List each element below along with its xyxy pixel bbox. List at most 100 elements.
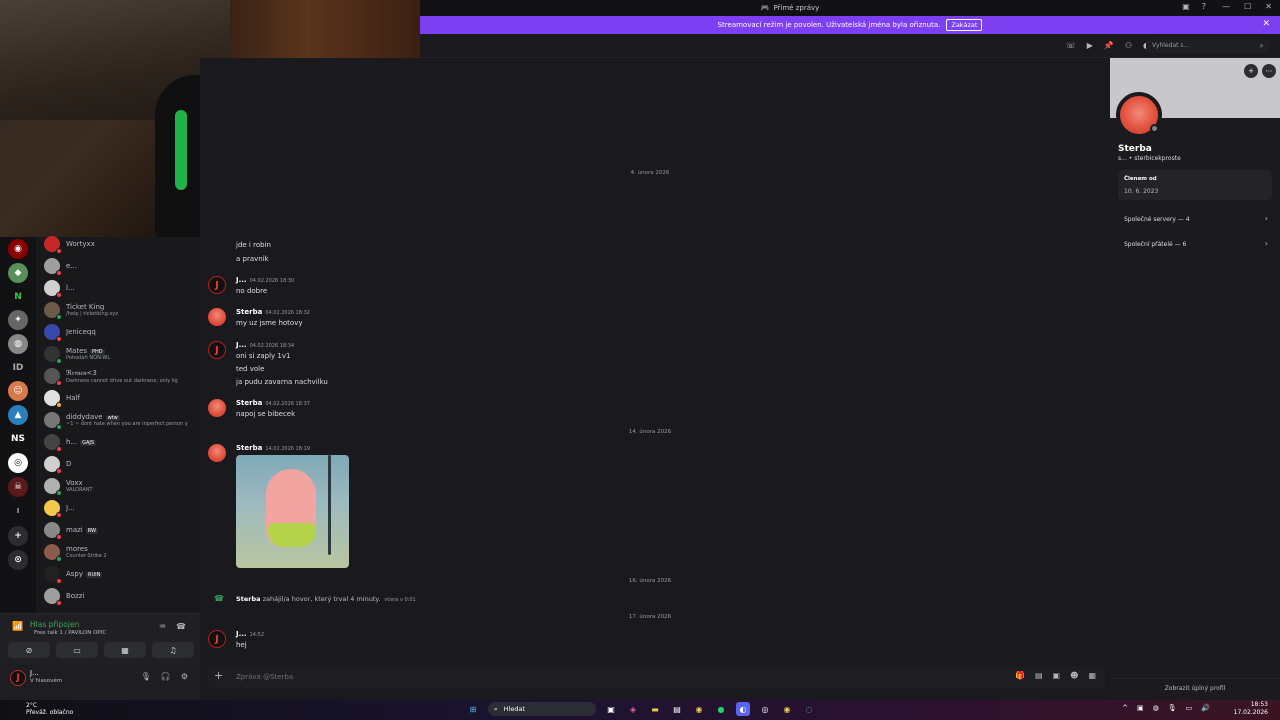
server-icon[interactable]: ▲ (8, 405, 28, 425)
tray-network-icon[interactable]: ▭ (1186, 704, 1193, 712)
minimize-icon[interactable]: — (1222, 2, 1230, 11)
server-icon[interactable]: ◎ (8, 453, 28, 473)
list-item[interactable]: h... GAJS (44, 432, 198, 452)
obs-icon[interactable]: ◎ (758, 702, 772, 716)
voice-channel[interactable]: Free talk 1 / PAVILON OPIC (34, 630, 106, 636)
close-banner-icon[interactable]: ✕ (1262, 19, 1270, 29)
store-icon[interactable]: ▤ (670, 702, 684, 716)
chrome-icon[interactable]: ◉ (692, 702, 706, 716)
list-item[interactable]: ℜ𝔢𝔫𝔰𝔲𝔰<3 Darkness cannot drive out darkne… (44, 366, 198, 386)
avatar[interactable] (208, 444, 226, 462)
emoji-icon[interactable]: ☻ (1070, 671, 1078, 680)
list-item[interactable]: Jeniceqq (44, 322, 198, 342)
mutual-friends-row[interactable]: Společní přátelé — 6 › (1118, 236, 1272, 254)
list-item[interactable]: Ticket King/help | ticketking.xyz (44, 300, 198, 320)
add-friend-icon[interactable]: + (1244, 64, 1258, 78)
avatar[interactable]: J (208, 341, 226, 359)
discover-icon[interactable]: ⊙ (8, 550, 28, 570)
weather-widget[interactable]: 2°C Převáž. oblačno (10, 702, 73, 716)
server-icon[interactable]: N (8, 287, 28, 307)
call-author[interactable]: Sterba (236, 595, 260, 603)
settings-gear-icon[interactable]: ⚙ (181, 672, 188, 681)
copilot-icon[interactable]: ◈ (626, 702, 640, 716)
message-author[interactable]: Sterba (236, 399, 262, 407)
taskbar-search[interactable]: ⌕ Hledat (488, 702, 596, 716)
message-author[interactable]: J... (236, 630, 247, 638)
gift-icon[interactable]: 🎁 (1015, 671, 1025, 680)
avatar[interactable]: J (10, 670, 26, 686)
view-full-profile-link[interactable]: Zobrazit úplný profil (1110, 678, 1280, 692)
video-call-icon[interactable]: ▶ (1087, 41, 1093, 50)
disconnect-icon[interactable]: ☎ (176, 622, 186, 631)
mutual-servers-row[interactable]: Společné servery — 4 › (1118, 211, 1272, 229)
tray-overflow-icon[interactable]: ^ (1122, 704, 1128, 712)
list-item[interactable]: D (44, 454, 198, 474)
noise-suppression-icon[interactable]: ♒ (159, 622, 166, 631)
signal-icon[interactable]: 📶 (12, 622, 23, 632)
screen-share-button[interactable]: ▭ (56, 642, 98, 658)
server-icon[interactable]: ◉ (8, 239, 28, 259)
pinned-messages-icon[interactable]: 📌 (1104, 41, 1114, 50)
tray-volume-icon[interactable]: 🔊 (1201, 704, 1210, 712)
taskbar-clock[interactable]: 18:53 17.02.2026 (1234, 701, 1268, 717)
add-server-icon[interactable]: + (8, 526, 28, 546)
attach-plus-icon[interactable]: + (214, 669, 223, 682)
close-window-icon[interactable]: ✕ (1265, 2, 1272, 11)
avatar[interactable]: J (208, 630, 226, 648)
tray-app-icon[interactable]: ▣ (1137, 704, 1144, 712)
list-item[interactable]: mazi RW (44, 520, 198, 540)
search-input[interactable]: Vyhledat s... ⌕ (1146, 39, 1270, 53)
task-view-icon[interactable]: ▣ (604, 702, 618, 716)
activities-button[interactable]: ▦ (104, 642, 146, 658)
disable-streamer-button[interactable]: Zakázat (946, 19, 983, 31)
list-item[interactable]: l... (44, 278, 198, 298)
list-item[interactable]: diddydave wtw ~1 ~ dont hate when you are … (44, 410, 198, 430)
server-icon[interactable]: ☺ (8, 381, 28, 401)
maximize-icon[interactable]: ☐ (1244, 2, 1251, 11)
list-item[interactable]: Voxx VALORANT (44, 476, 198, 496)
server-icon[interactable]: NS (8, 429, 28, 449)
sticker-icon[interactable]: ▣ (1053, 671, 1061, 680)
message-author[interactable]: J... (236, 341, 247, 349)
soundboard-button[interactable]: ♫ (152, 642, 194, 658)
camera-button[interactable]: ⊘ (8, 642, 50, 658)
message-author[interactable]: J... (236, 276, 247, 284)
spotify-icon[interactable]: ● (714, 702, 728, 716)
windows-start-icon[interactable]: ⊞ (466, 702, 480, 716)
help-icon[interactable]: ? (1202, 2, 1206, 11)
list-item[interactable]: Wortyxx (44, 234, 198, 254)
list-item[interactable]: J... (44, 498, 198, 518)
server-icon[interactable]: ID (8, 358, 28, 378)
gif-icon[interactable]: ▤ (1035, 671, 1043, 680)
file-explorer-icon[interactable]: ▬ (648, 702, 662, 716)
server-icon[interactable]: ✦ (8, 310, 28, 330)
steam-icon[interactable]: ◌ (802, 702, 816, 716)
server-icon[interactable]: ☠ (8, 477, 28, 497)
avatar[interactable] (208, 399, 226, 417)
list-item[interactable]: Bozzi (44, 586, 198, 606)
list-item[interactable]: Mates PHD Pohodáři NON-WL (44, 344, 198, 364)
avatar[interactable]: J (208, 276, 226, 294)
message-author[interactable]: Sterba (236, 308, 262, 316)
headphones-icon[interactable]: 🎧 (161, 672, 171, 681)
inbox-icon[interactable]: ▣ (1182, 2, 1190, 11)
server-icon[interactable]: I (8, 501, 28, 521)
message-composer[interactable]: + Zpráva @Sterba 🎁 ▤ ▣ ☻ ▦ (208, 666, 1106, 688)
voice-call-icon[interactable]: ☏ (1066, 41, 1076, 50)
list-item[interactable]: Half (44, 388, 198, 408)
server-icon[interactable]: ◆ (8, 263, 28, 283)
message-image-attachment[interactable] (236, 455, 349, 568)
list-item[interactable]: e... (44, 256, 198, 276)
message-author[interactable]: Sterba (236, 444, 262, 452)
chrome-icon[interactable]: ◉ (780, 702, 794, 716)
microphone-icon[interactable]: 🎙 (141, 672, 151, 681)
tray-app-icon[interactable]: ◍ (1153, 704, 1159, 712)
list-item[interactable]: mores Counter-Strike 2 (44, 542, 198, 562)
more-options-icon[interactable]: ⋯ (1262, 64, 1276, 78)
add-friends-icon[interactable]: ⚇ (1125, 41, 1132, 50)
list-item[interactable]: Aspy RUIN (44, 564, 198, 584)
discord-taskbar-icon[interactable]: ◐ (736, 702, 750, 716)
avatar[interactable] (208, 308, 226, 326)
server-icon[interactable]: ◍ (8, 334, 28, 354)
apps-icon[interactable]: ▦ (1088, 671, 1096, 680)
